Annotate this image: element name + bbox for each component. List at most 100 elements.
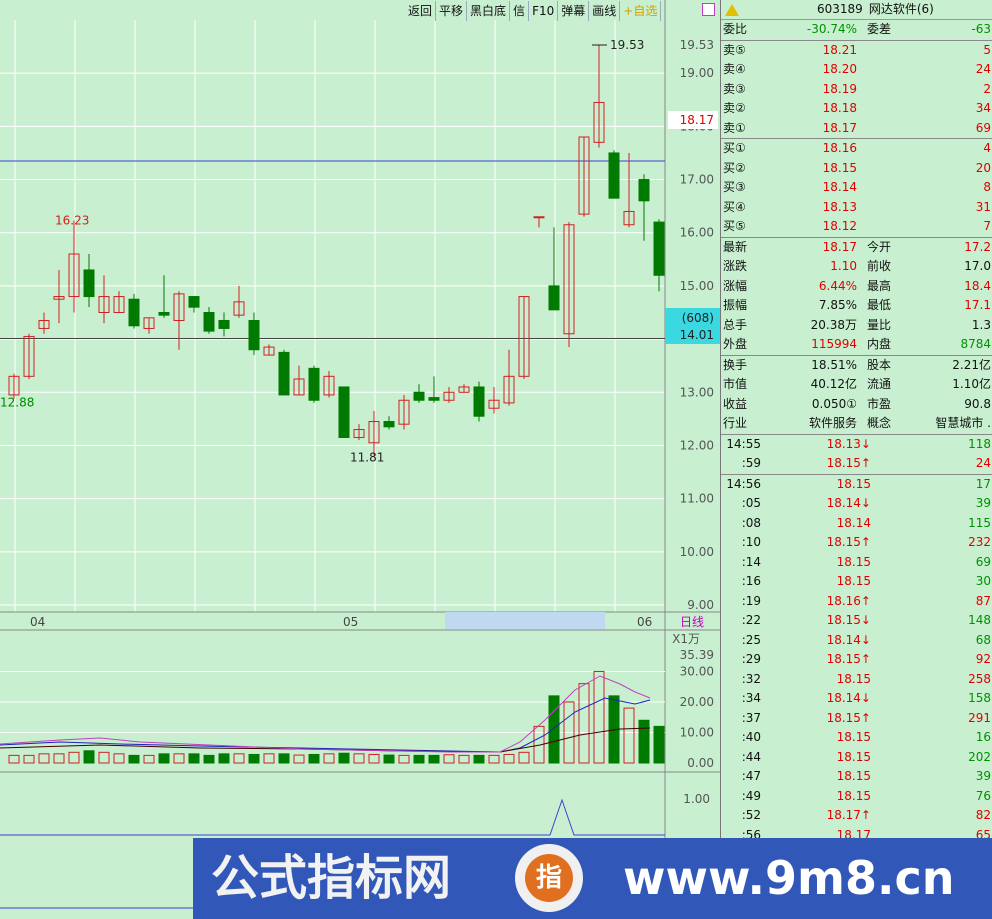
cursor-label-bottom: 14.01 bbox=[680, 328, 714, 342]
stat-label: 涨幅 bbox=[723, 278, 748, 293]
watermark-left-text: 公式指标网 bbox=[211, 850, 452, 906]
ask-label: 卖⑤ bbox=[723, 42, 746, 57]
cursor-label-top: (608) bbox=[682, 311, 714, 325]
tick-volume: 68 bbox=[975, 632, 991, 647]
tick-row: :52 18.17↑ 82 bbox=[721, 806, 992, 826]
tick-price: 18.15↓ bbox=[826, 613, 871, 627]
stat-label: 收益 bbox=[723, 396, 748, 411]
tick-time: :29 bbox=[741, 652, 761, 666]
quote-panel: 603189 网达软件(6) 委比 -30.74% 委差 -63 卖⑤ 18.21… bbox=[720, 0, 992, 919]
volume-bar bbox=[638, 719, 650, 764]
scrollbar-thumb[interactable] bbox=[445, 612, 605, 629]
f10-button[interactable]: F10 bbox=[529, 1, 559, 21]
stat-value: 1.10 bbox=[830, 259, 857, 273]
candle-body bbox=[533, 216, 545, 219]
ask-row: 卖④ 18.20 24 bbox=[721, 60, 992, 80]
stat-value: 2.21亿 bbox=[952, 357, 991, 372]
ask-volume: 5 bbox=[983, 42, 991, 57]
volume-bar bbox=[203, 754, 215, 764]
low-label: 11.81 bbox=[350, 451, 384, 465]
candle-body bbox=[308, 367, 320, 401]
tick-price: 18.14 bbox=[836, 515, 871, 530]
bid-row: 买⑤ 18.12 7 bbox=[721, 217, 992, 237]
candle-body bbox=[218, 319, 230, 329]
tick-row: :49 18.15 76 bbox=[721, 787, 992, 807]
bid-row: 买④ 18.13 31 bbox=[721, 198, 992, 218]
tick-time: :25 bbox=[741, 632, 761, 647]
month-label: 04 bbox=[30, 615, 45, 629]
volume-bar bbox=[68, 751, 80, 764]
tick-row: :14 18.15 69 bbox=[721, 553, 992, 573]
volume-tick-label: 0.00 bbox=[687, 756, 714, 770]
stat-value: 1.3 bbox=[971, 317, 991, 332]
volume-bar bbox=[488, 754, 500, 764]
stat-label: 最高 bbox=[867, 278, 892, 293]
price-tick-label: 16.00 bbox=[680, 226, 714, 240]
volume-bar bbox=[38, 753, 50, 764]
bid-price: 18.15 bbox=[822, 160, 857, 175]
tick-volume: 258 bbox=[968, 671, 991, 686]
candle-body bbox=[608, 152, 620, 199]
black-white-bg-button[interactable]: 黑白底 bbox=[467, 1, 511, 21]
warning-icon[interactable] bbox=[725, 3, 739, 16]
tick-price: 18.15 bbox=[836, 749, 871, 764]
tick-time: :52 bbox=[741, 808, 761, 822]
candle-body bbox=[188, 296, 200, 308]
bid-volume: 4 bbox=[983, 141, 991, 155]
tick-row: :47 18.15 39 bbox=[721, 767, 992, 787]
stat-label: 市值 bbox=[723, 377, 748, 391]
tick-volume: 291 bbox=[968, 710, 991, 725]
stat-row: 总手 20.38万 量比 1.3 bbox=[721, 316, 992, 336]
tick-row: :10 18.15↑ 232 bbox=[721, 533, 992, 553]
tick-row: :25 18.14↓ 68 bbox=[721, 631, 992, 651]
add-favorite-button[interactable]: +自选 bbox=[620, 1, 662, 21]
ask-price: 18.21 bbox=[822, 42, 857, 57]
price-tick-label: 9.00 bbox=[687, 598, 714, 612]
info-button[interactable]: 信 bbox=[510, 1, 530, 21]
stat-row: 涨跌 1.10 前收 17.0 bbox=[721, 257, 992, 277]
bid-label: 买③ bbox=[723, 180, 746, 194]
danmaku-button[interactable]: 弹幕 bbox=[558, 1, 590, 21]
price-tick-label: 11.00 bbox=[680, 492, 714, 506]
candle-body bbox=[428, 397, 440, 401]
bid-label: 买① bbox=[723, 141, 746, 155]
tick-time: :08 bbox=[741, 515, 761, 530]
month-label: 06 bbox=[637, 615, 652, 629]
period-label: 日线 bbox=[680, 615, 704, 629]
stats-list-2: 换手 18.51% 股本 2.21亿 市值 40.12亿 流通 1.10亿 收益 0.050① 市盈… bbox=[721, 354, 992, 434]
tick-time: :37 bbox=[741, 710, 761, 725]
volume-bar bbox=[518, 751, 530, 764]
stat-label: 涨跌 bbox=[723, 259, 748, 273]
candle-body bbox=[203, 312, 215, 332]
kline-chart[interactable]: 040506日线19.5319.0018.0017.0016.0015.0014… bbox=[0, 0, 720, 919]
volume-bar bbox=[323, 753, 335, 764]
tick-price: 18.15↑ bbox=[826, 710, 871, 725]
stat-row: 收益 0.050① 市盈 90.8 bbox=[721, 395, 992, 415]
ask-row: 卖② 18.18 34 bbox=[721, 99, 992, 119]
tick-list: 14:55 18.13↓ 118:59 18.15↑ 24 14:56 18.15 17:05… bbox=[721, 433, 992, 846]
tick-volume: 82 bbox=[975, 808, 991, 822]
draw-line-button[interactable]: 画线 bbox=[589, 1, 621, 21]
tick-price: 18.15↑ bbox=[826, 456, 871, 470]
tick-volume: 30 bbox=[975, 574, 991, 588]
stat-row: 行业 软件服务 概念 智慧城市 . bbox=[721, 414, 992, 434]
pan-button[interactable]: 平移 bbox=[436, 1, 468, 21]
tick-price: 18.14↓ bbox=[826, 496, 871, 510]
stat-row: 市值 40.12亿 流通 1.10亿 bbox=[721, 375, 992, 395]
tick-volume: 115 bbox=[968, 515, 991, 530]
volume-bar bbox=[353, 753, 365, 764]
window-square-icon[interactable] bbox=[702, 3, 715, 16]
bid-row: 买① 18.16 4 bbox=[721, 139, 992, 159]
bid-price: 18.16 bbox=[822, 141, 857, 155]
tick-price: 18.16↑ bbox=[826, 593, 871, 608]
candle-body bbox=[413, 391, 425, 401]
tick-volume: 39 bbox=[975, 769, 991, 783]
volume-bar bbox=[218, 753, 230, 764]
left-low-label: 12.88 bbox=[0, 396, 34, 410]
weicha-value: -63 bbox=[971, 22, 991, 36]
stat-value: 6.44% bbox=[818, 278, 857, 293]
price-tick-label: 10.00 bbox=[680, 545, 714, 559]
volume-bar bbox=[143, 754, 155, 764]
stock-header: 603189 网达软件(6) bbox=[721, 0, 992, 20]
back-button[interactable]: 返回 bbox=[405, 1, 437, 21]
